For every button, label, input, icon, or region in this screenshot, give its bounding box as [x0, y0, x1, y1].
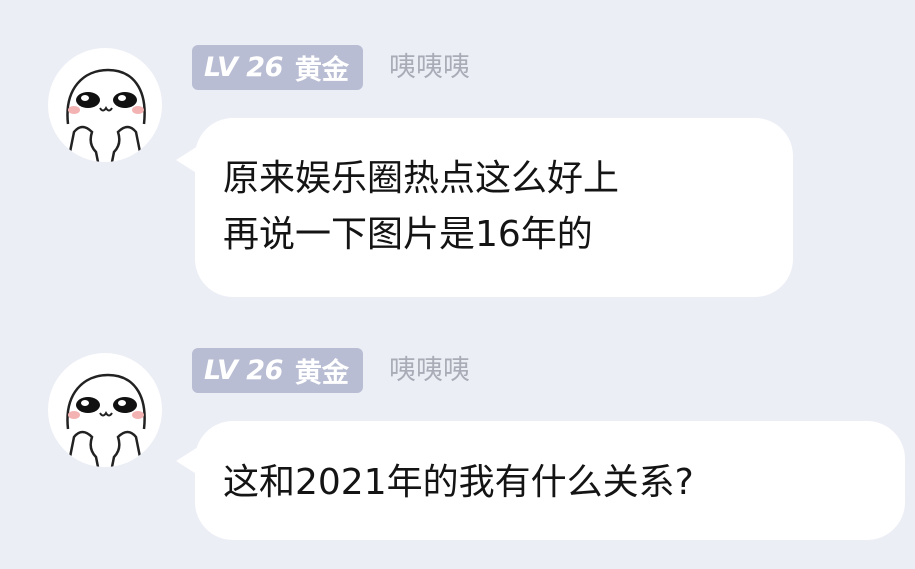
badge-tier: 黄金: [294, 358, 349, 389]
message-line: 这和2021年的我有什么关系?: [223, 462, 694, 503]
message-bubble[interactable]: 这和2021年的我有什么关系?: [195, 421, 905, 540]
avatar-cartoon-face-icon: [66, 373, 146, 467]
level-badge: LV 26 黄金: [192, 348, 363, 393]
chat-message: LV 26 黄金 咦咦咦 这和2021年的我有什么关系?: [0, 0, 915, 540]
avatar[interactable]: [48, 353, 162, 467]
badge-level: LV 26: [204, 355, 283, 386]
username[interactable]: 咦咦咦: [389, 350, 470, 392]
